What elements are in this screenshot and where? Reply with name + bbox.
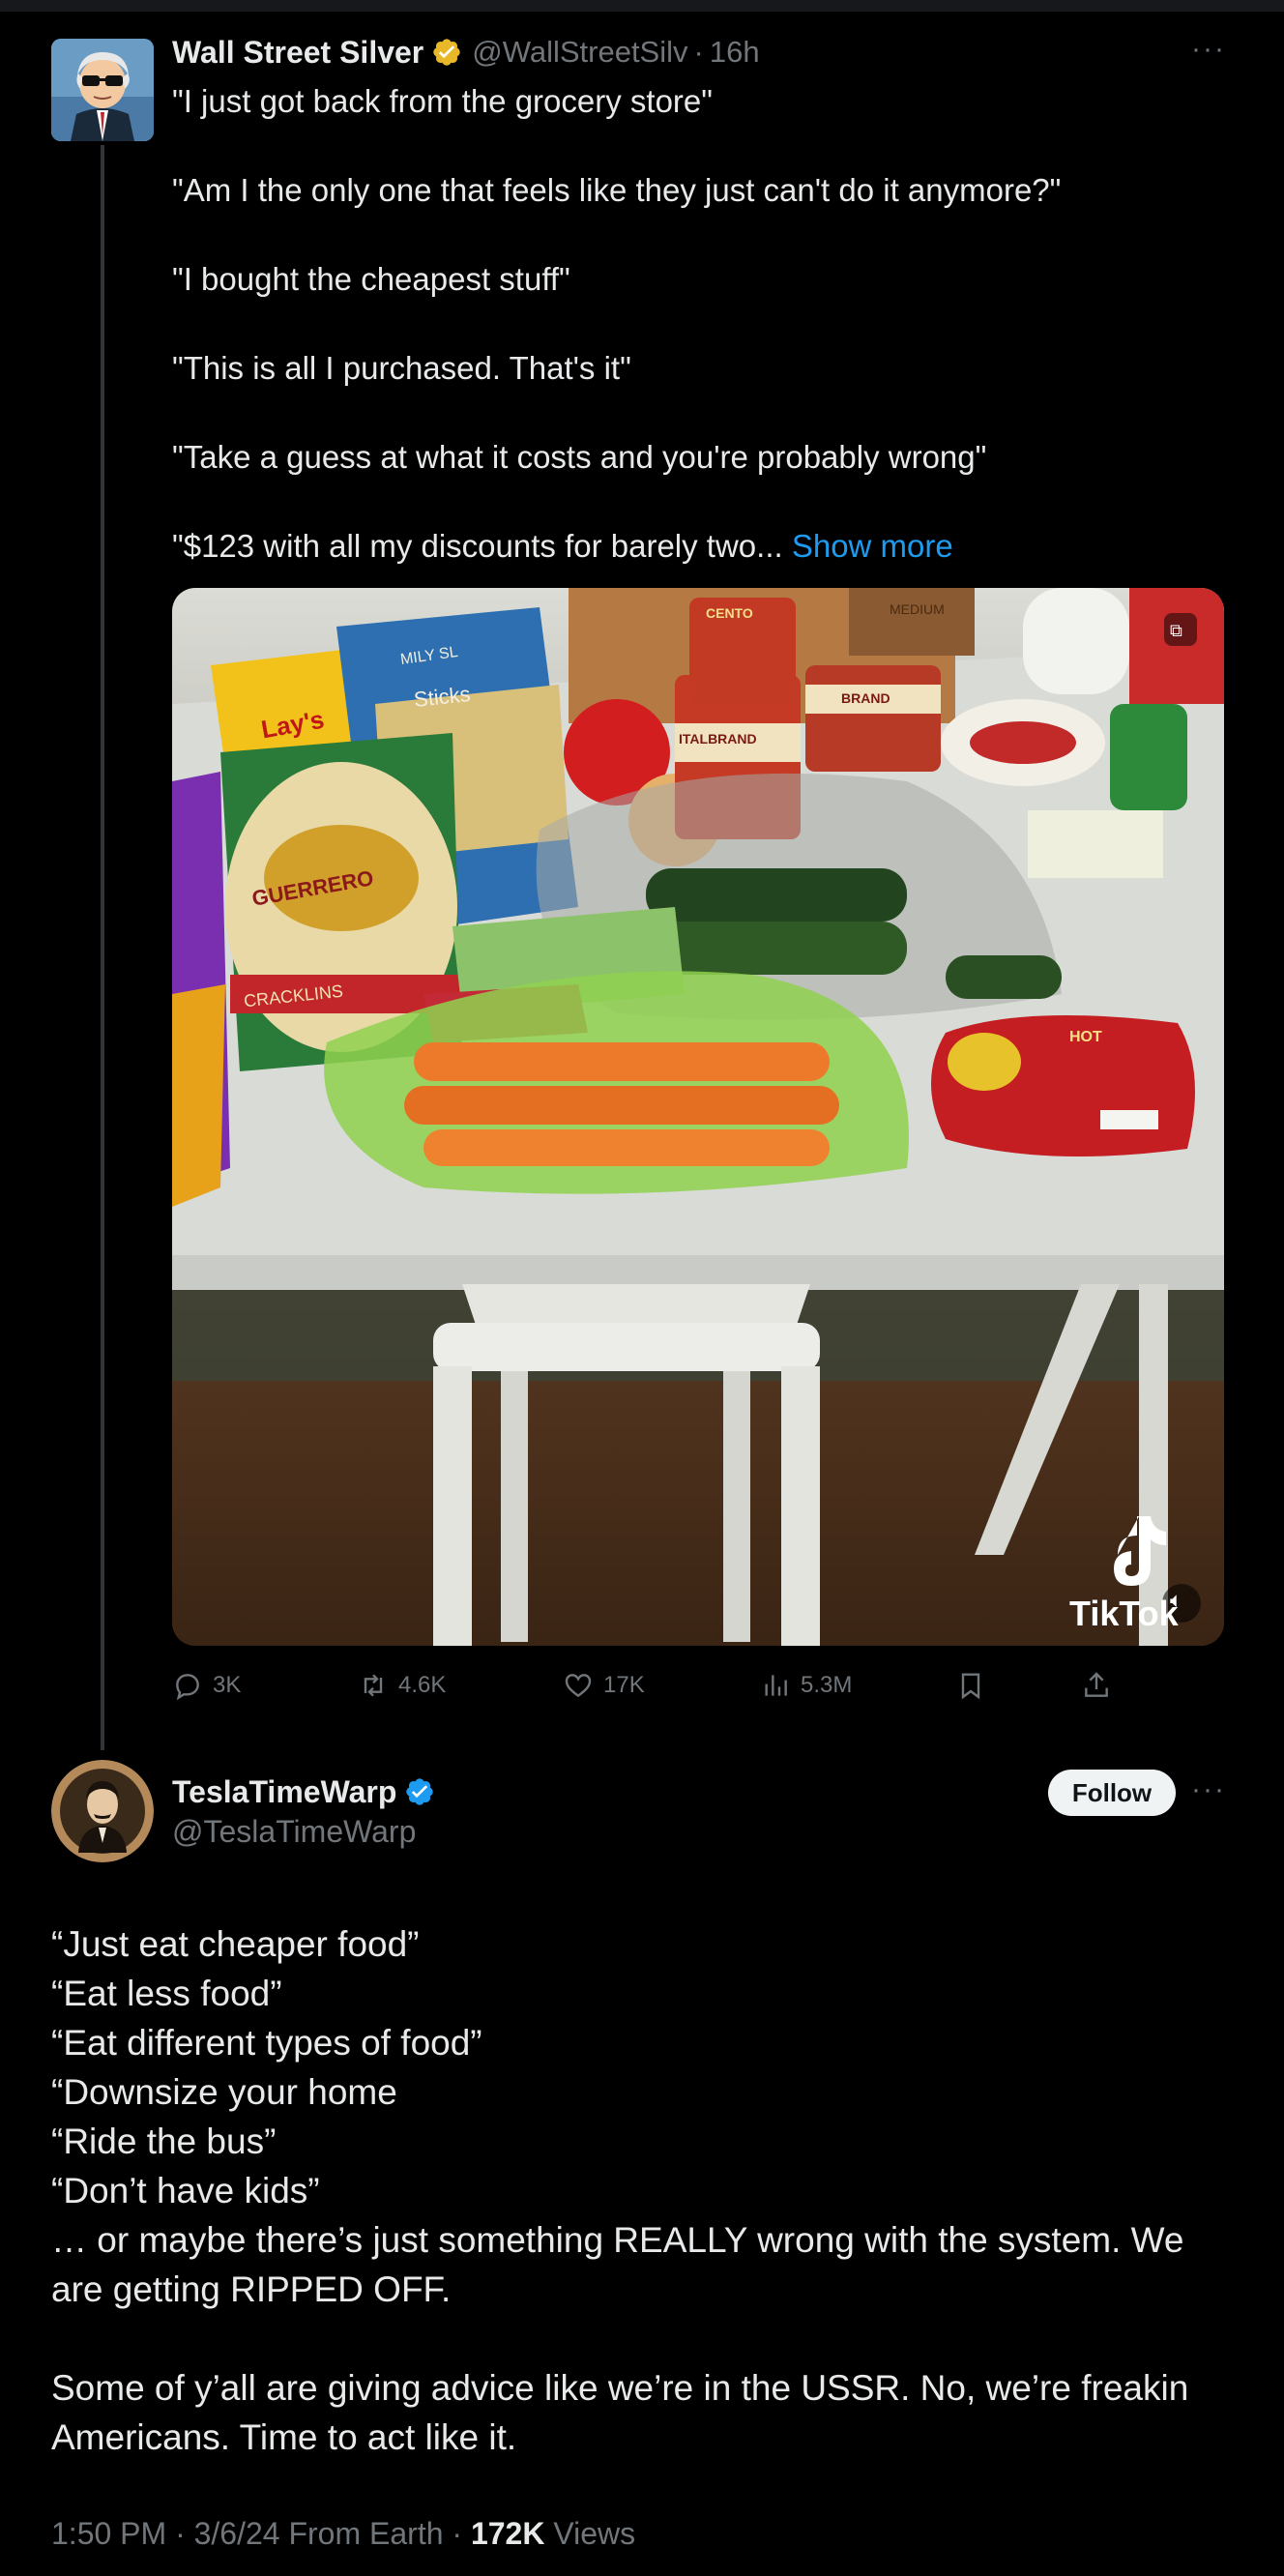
verified-badge-icon[interactable]	[431, 37, 462, 68]
reply-date[interactable]: 3/6/24	[194, 2516, 280, 2551]
avatar-illustration	[51, 39, 154, 141]
more-horizontal-icon[interactable]: ···	[1191, 1773, 1226, 1806]
reply-line: “Eat less food”	[51, 1974, 282, 2013]
views-button[interactable]: 5.3M	[760, 1663, 852, 1708]
tweet-line: "I just got back from the grocery store"	[172, 83, 713, 119]
separator-dot: ·	[693, 35, 704, 69]
share-icon	[1085, 1672, 1108, 1697]
top-edge	[0, 0, 1284, 12]
reply-line: … or maybe there’s just something REALLY…	[51, 2220, 1184, 2260]
tweet-line: "Am I the only one that feels like they …	[172, 172, 1062, 208]
reply-icon	[176, 1674, 199, 1701]
grocery-video-frame	[172, 588, 1224, 1646]
avatar-illustration	[51, 1760, 154, 1862]
reply-author-avatar[interactable]	[51, 1760, 154, 1862]
product-label: CENTO	[706, 605, 753, 621]
reply-header: TeslaTimeWarp	[172, 1770, 435, 1814]
reply-button[interactable]: 3K	[172, 1663, 241, 1708]
repost-button[interactable]: 4.6K	[358, 1663, 446, 1708]
product-label: HOT	[1069, 1029, 1102, 1045]
reply-line: “Ride the bus”	[51, 2122, 277, 2161]
thread-connector	[101, 145, 104, 1750]
share-button[interactable]	[1081, 1663, 1122, 1708]
reply-author-handle[interactable]: @TeslaTimeWarp	[172, 1814, 416, 1850]
reply-views-count: 172K	[470, 2516, 545, 2551]
tweet-header: Wall Street Silver @WallStreetSilv · 16h	[172, 31, 760, 73]
reply-source: From Earth	[288, 2516, 444, 2551]
repost-icon	[364, 1674, 383, 1697]
tweet-line: "I bought the cheapest stuff"	[172, 261, 570, 297]
product-label: BRAND	[841, 690, 890, 706]
tweet-line: "Take a guess at what it costs and you'r…	[172, 439, 987, 475]
caption-icon[interactable]: ⧉	[1170, 621, 1182, 641]
reply-time[interactable]: 1:50 PM	[51, 2516, 166, 2551]
reply-line: Americans. Time to act like it.	[51, 2417, 517, 2457]
author-handle[interactable]: @WallStreetSilv	[472, 35, 687, 70]
reply-meta: 1:50 PM · 3/6/24 From Earth · 172K Views	[51, 2516, 635, 2552]
like-button[interactable]: 17K	[563, 1663, 645, 1708]
tweet-video[interactable]: TikTok 🔈︎ ⧉ GUERRERO CRACKLINS Sticks MI…	[172, 588, 1224, 1646]
product-label: ITALBRAND	[679, 731, 757, 746]
tweet-actions: 3K 4.6K 17K 5.3M	[172, 1663, 1139, 1708]
reply-line: “Just eat cheaper food”	[51, 1924, 420, 1964]
volume-icon[interactable]: 🔈︎	[1170, 1588, 1182, 1613]
reply-author-name[interactable]: TeslaTimeWarp	[172, 1774, 396, 1810]
repost-count: 4.6K	[398, 1672, 447, 1698]
product-label: MEDIUM	[890, 601, 945, 617]
reply-line: Some of y’all are giving advice like we’…	[51, 2368, 1189, 2408]
reply-line: “Downsize your home	[51, 2072, 397, 2112]
reply-body: “Just eat cheaper food” “Eat less food” …	[51, 1919, 1240, 2462]
show-more-link[interactable]: Show more	[792, 528, 953, 564]
reply-count: 3K	[213, 1672, 242, 1698]
author-name[interactable]: Wall Street Silver	[172, 35, 423, 71]
separator-dot: ·	[175, 2516, 194, 2551]
tweet-body: "I just got back from the grocery store"…	[172, 79, 1236, 569]
tweet-time[interactable]: 16h	[710, 35, 760, 70]
views-chart-icon	[765, 1675, 787, 1696]
like-count: 17K	[603, 1672, 645, 1698]
verified-badge-icon[interactable]	[404, 1776, 435, 1807]
views-count: 5.3M	[801, 1672, 853, 1698]
tweet-line-last: "$123 with all my discounts for barely t…	[172, 524, 1236, 569]
reply-line: are getting RIPPED OFF.	[51, 2269, 452, 2309]
tiktok-watermark: TikTok	[1069, 1594, 1179, 1633]
bookmark-icon	[961, 1673, 980, 1700]
reply-line: “Don’t have kids”	[51, 2171, 320, 2210]
separator-dot: ·	[452, 2516, 471, 2551]
author-avatar[interactable]	[51, 39, 154, 141]
tweet-line: "This is all I purchased. That's it"	[172, 350, 631, 386]
reply-views-label: Views	[553, 2516, 636, 2551]
reply-line: “Eat different types of food”	[51, 2023, 482, 2063]
tweet-line-truncated: "$123 with all my discounts for barely t…	[172, 528, 783, 564]
follow-button[interactable]: Follow	[1048, 1770, 1176, 1816]
more-horizontal-icon[interactable]: ···	[1191, 33, 1226, 66]
heart-icon	[565, 1674, 592, 1698]
page: Wall Street Silver @WallStreetSilv · 16h…	[0, 0, 1284, 2576]
bookmark-button[interactable]	[955, 1663, 996, 1708]
